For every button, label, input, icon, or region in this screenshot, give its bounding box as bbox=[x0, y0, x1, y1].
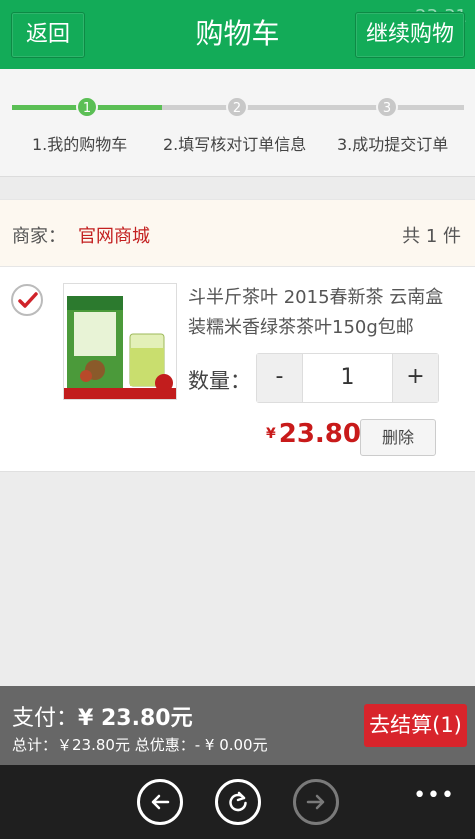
step-1-dot: 1 bbox=[76, 96, 98, 118]
pay-summary: 总计：￥23.80元 总优惠：- ¥ 0.00元 bbox=[12, 736, 268, 754]
item-checkbox[interactable] bbox=[11, 284, 43, 316]
quantity-stepper: - 1 + bbox=[256, 353, 439, 403]
step-3-label: 3.成功提交订单 bbox=[337, 135, 449, 154]
header-bar: 23:31 返回 购物车 继续购物 bbox=[0, 0, 475, 69]
quantity-value[interactable]: 1 bbox=[303, 354, 392, 402]
browser-forward-button[interactable] bbox=[293, 779, 339, 825]
checkout-progress: 1 2 3 1.我的购物车 2.填写核对订单信息 3.成功提交订单 bbox=[0, 69, 475, 177]
item-price: ¥23.80 bbox=[266, 419, 361, 449]
continue-shopping-button[interactable]: 继续购物 bbox=[355, 12, 465, 58]
payment-bar: 支付：¥ 23.80元 总计：￥23.80元 总优惠：- ¥ 0.00元 去结算… bbox=[0, 686, 475, 765]
product-image[interactable] bbox=[63, 283, 177, 400]
arrow-left-icon bbox=[151, 794, 170, 810]
tea-box-image bbox=[64, 284, 176, 399]
decrease-button[interactable]: - bbox=[257, 354, 303, 402]
arrow-right-icon bbox=[306, 794, 325, 810]
step-2-label: 2.填写核对订单信息 bbox=[163, 135, 307, 154]
browser-refresh-button[interactable] bbox=[215, 779, 261, 825]
currency-symbol: ¥ bbox=[266, 426, 276, 442]
increase-button[interactable]: + bbox=[392, 354, 438, 402]
quantity-label: 数量： bbox=[188, 369, 251, 393]
product-name[interactable]: 斗半斤茶叶 2015春新茶 云南盒装糯米香绿茶茶叶150g包邮 bbox=[188, 283, 460, 343]
browser-back-button[interactable] bbox=[137, 779, 183, 825]
step-1-label: 1.我的购物车 bbox=[32, 135, 128, 154]
merchant-label: 商家： bbox=[12, 226, 66, 247]
merchant-name[interactable]: 官网商城 bbox=[78, 222, 150, 248]
price-value: 23.80 bbox=[278, 419, 361, 449]
browser-app-bar: ••• bbox=[0, 765, 475, 839]
more-options-icon[interactable]: ••• bbox=[413, 783, 455, 808]
merchant-row: 商家： 官网商城 共 1 件 bbox=[0, 199, 475, 267]
checkout-button[interactable]: 去结算(1) bbox=[364, 704, 467, 747]
delete-button[interactable]: 删除 bbox=[360, 419, 436, 456]
checkmark-icon bbox=[18, 292, 38, 308]
item-count: 共 1 件 bbox=[402, 226, 461, 247]
step-3-dot: 3 bbox=[376, 96, 398, 118]
refresh-icon bbox=[229, 791, 247, 812]
pay-label: 支付： bbox=[12, 706, 79, 731]
step-2-dot: 2 bbox=[226, 96, 248, 118]
cart-item: 斗半斤茶叶 2015春新茶 云南盒装糯米香绿茶茶叶150g包邮 数量： - 1 … bbox=[0, 267, 475, 472]
pay-total: 支付：¥ 23.80元 bbox=[12, 700, 193, 732]
pay-amount: ¥ 23.80元 bbox=[78, 706, 193, 731]
